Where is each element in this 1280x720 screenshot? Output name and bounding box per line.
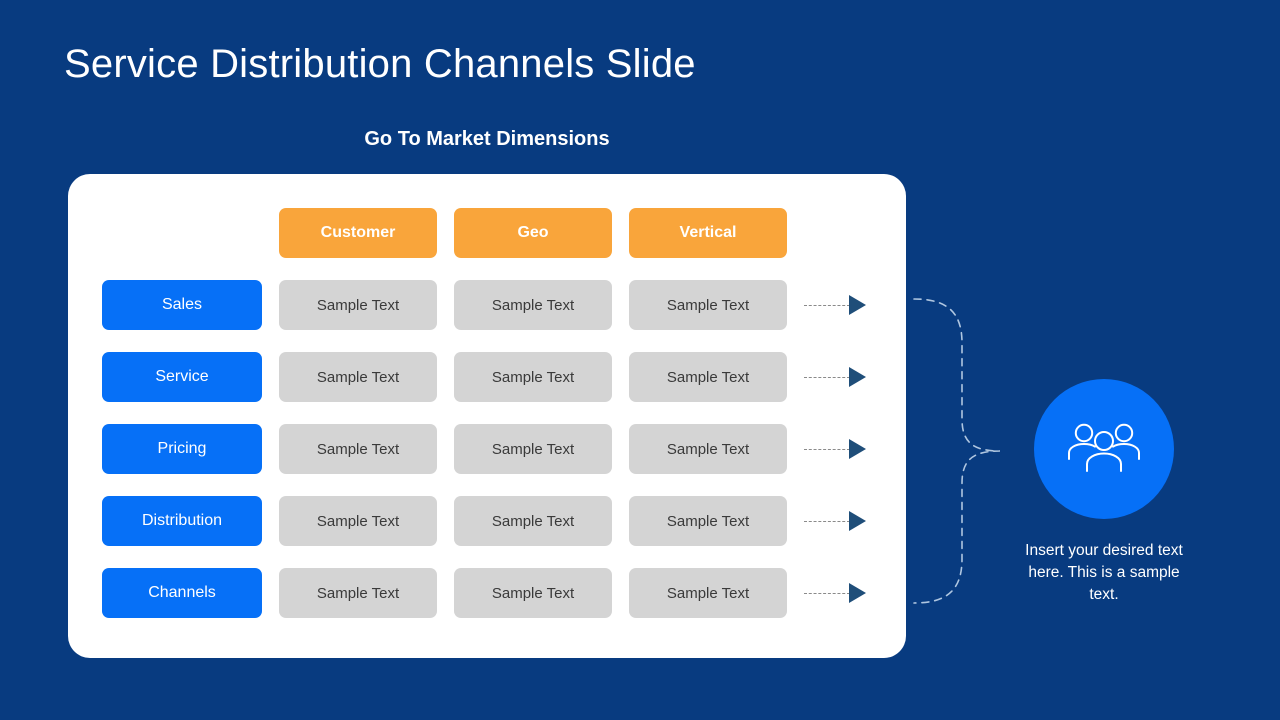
matrix-grid: Customer Geo Vertical Sales Sample Text … — [102, 208, 872, 618]
table-row: Channels Sample Text Sample Text Sample … — [102, 568, 872, 618]
cell-pricing-vertical[interactable]: Sample Text — [629, 424, 787, 474]
cell-sales-vertical[interactable]: Sample Text — [629, 280, 787, 330]
cell-pricing-customer[interactable]: Sample Text — [279, 424, 437, 474]
row-arrow-pricing — [804, 439, 866, 459]
column-header-vertical[interactable]: Vertical — [629, 208, 787, 258]
cell-service-geo[interactable]: Sample Text — [454, 352, 612, 402]
cell-distribution-vertical[interactable]: Sample Text — [629, 496, 787, 546]
row-label-cell: Sales — [102, 280, 262, 330]
row-label-cell: Channels — [102, 568, 262, 618]
cell-channels-vertical[interactable]: Sample Text — [629, 568, 787, 618]
header-arrow-spacer — [804, 223, 866, 243]
data-cell: Sample Text — [454, 568, 612, 618]
row-label-service[interactable]: Service — [102, 352, 262, 402]
data-cell: Sample Text — [454, 280, 612, 330]
page-title: Service Distribution Channels Slide — [64, 42, 696, 86]
row-label-distribution[interactable]: Distribution — [102, 496, 262, 546]
arrow-right-icon — [849, 511, 866, 531]
cell-service-customer[interactable]: Sample Text — [279, 352, 437, 402]
row-label-pricing[interactable]: Pricing — [102, 424, 262, 474]
row-label-cell: Distribution — [102, 496, 262, 546]
data-cell: Sample Text — [629, 568, 787, 618]
table-row: Distribution Sample Text Sample Text Sam… — [102, 496, 872, 546]
column-header-cell: Geo — [454, 208, 612, 258]
data-cell: Sample Text — [629, 352, 787, 402]
row-arrow-sales — [804, 295, 866, 315]
table-row: Service Sample Text Sample Text Sample T… — [102, 352, 872, 402]
side-caption-text: Insert your desired text here. This is a… — [1025, 542, 1183, 603]
row-arrow-service — [804, 367, 866, 387]
side-icon-circle[interactable] — [1034, 379, 1174, 519]
table-row: Sales Sample Text Sample Text Sample Tex… — [102, 280, 872, 330]
column-header-customer[interactable]: Customer — [279, 208, 437, 258]
matrix-corner-spacer — [102, 208, 262, 258]
arrow-right-icon — [849, 439, 866, 459]
column-header-cell: Customer — [279, 208, 437, 258]
data-cell: Sample Text — [279, 352, 437, 402]
row-label-cell: Pricing — [102, 424, 262, 474]
data-cell: Sample Text — [454, 496, 612, 546]
dashed-line — [804, 304, 850, 306]
cell-pricing-geo[interactable]: Sample Text — [454, 424, 612, 474]
cell-sales-geo[interactable]: Sample Text — [454, 280, 612, 330]
dashed-line — [804, 376, 850, 378]
column-header-cell: Vertical — [629, 208, 787, 258]
cell-distribution-geo[interactable]: Sample Text — [454, 496, 612, 546]
dashed-line — [804, 448, 850, 450]
dashed-line — [804, 520, 850, 522]
cell-sales-customer[interactable]: Sample Text — [279, 280, 437, 330]
row-label-sales[interactable]: Sales — [102, 280, 262, 330]
table-row: Pricing Sample Text Sample Text Sample T… — [102, 424, 872, 474]
people-group-icon — [1066, 419, 1142, 480]
dashed-line — [804, 592, 850, 594]
data-cell: Sample Text — [629, 424, 787, 474]
data-cell: Sample Text — [279, 496, 437, 546]
dashed-brace-connector — [912, 295, 1007, 607]
row-label-cell: Service — [102, 352, 262, 402]
arrow-right-icon — [849, 367, 866, 387]
cell-channels-customer[interactable]: Sample Text — [279, 568, 437, 618]
data-cell: Sample Text — [454, 424, 612, 474]
matrix-card: Customer Geo Vertical Sales Sample Text … — [68, 174, 906, 658]
data-cell: Sample Text — [454, 352, 612, 402]
row-label-channels[interactable]: Channels — [102, 568, 262, 618]
column-header-geo[interactable]: Geo — [454, 208, 612, 258]
cell-channels-geo[interactable]: Sample Text — [454, 568, 612, 618]
arrow-right-icon — [849, 583, 866, 603]
data-cell: Sample Text — [279, 424, 437, 474]
data-cell: Sample Text — [629, 280, 787, 330]
row-arrow-distribution — [804, 511, 866, 531]
cell-service-vertical[interactable]: Sample Text — [629, 352, 787, 402]
cell-distribution-customer[interactable]: Sample Text — [279, 496, 437, 546]
data-cell: Sample Text — [629, 496, 787, 546]
data-cell: Sample Text — [279, 280, 437, 330]
row-arrow-channels — [804, 583, 866, 603]
arrow-right-icon — [849, 295, 866, 315]
data-cell: Sample Text — [279, 568, 437, 618]
matrix-subtitle: Go To Market Dimensions — [364, 128, 610, 150]
matrix-header-row: Customer Geo Vertical — [102, 208, 872, 258]
